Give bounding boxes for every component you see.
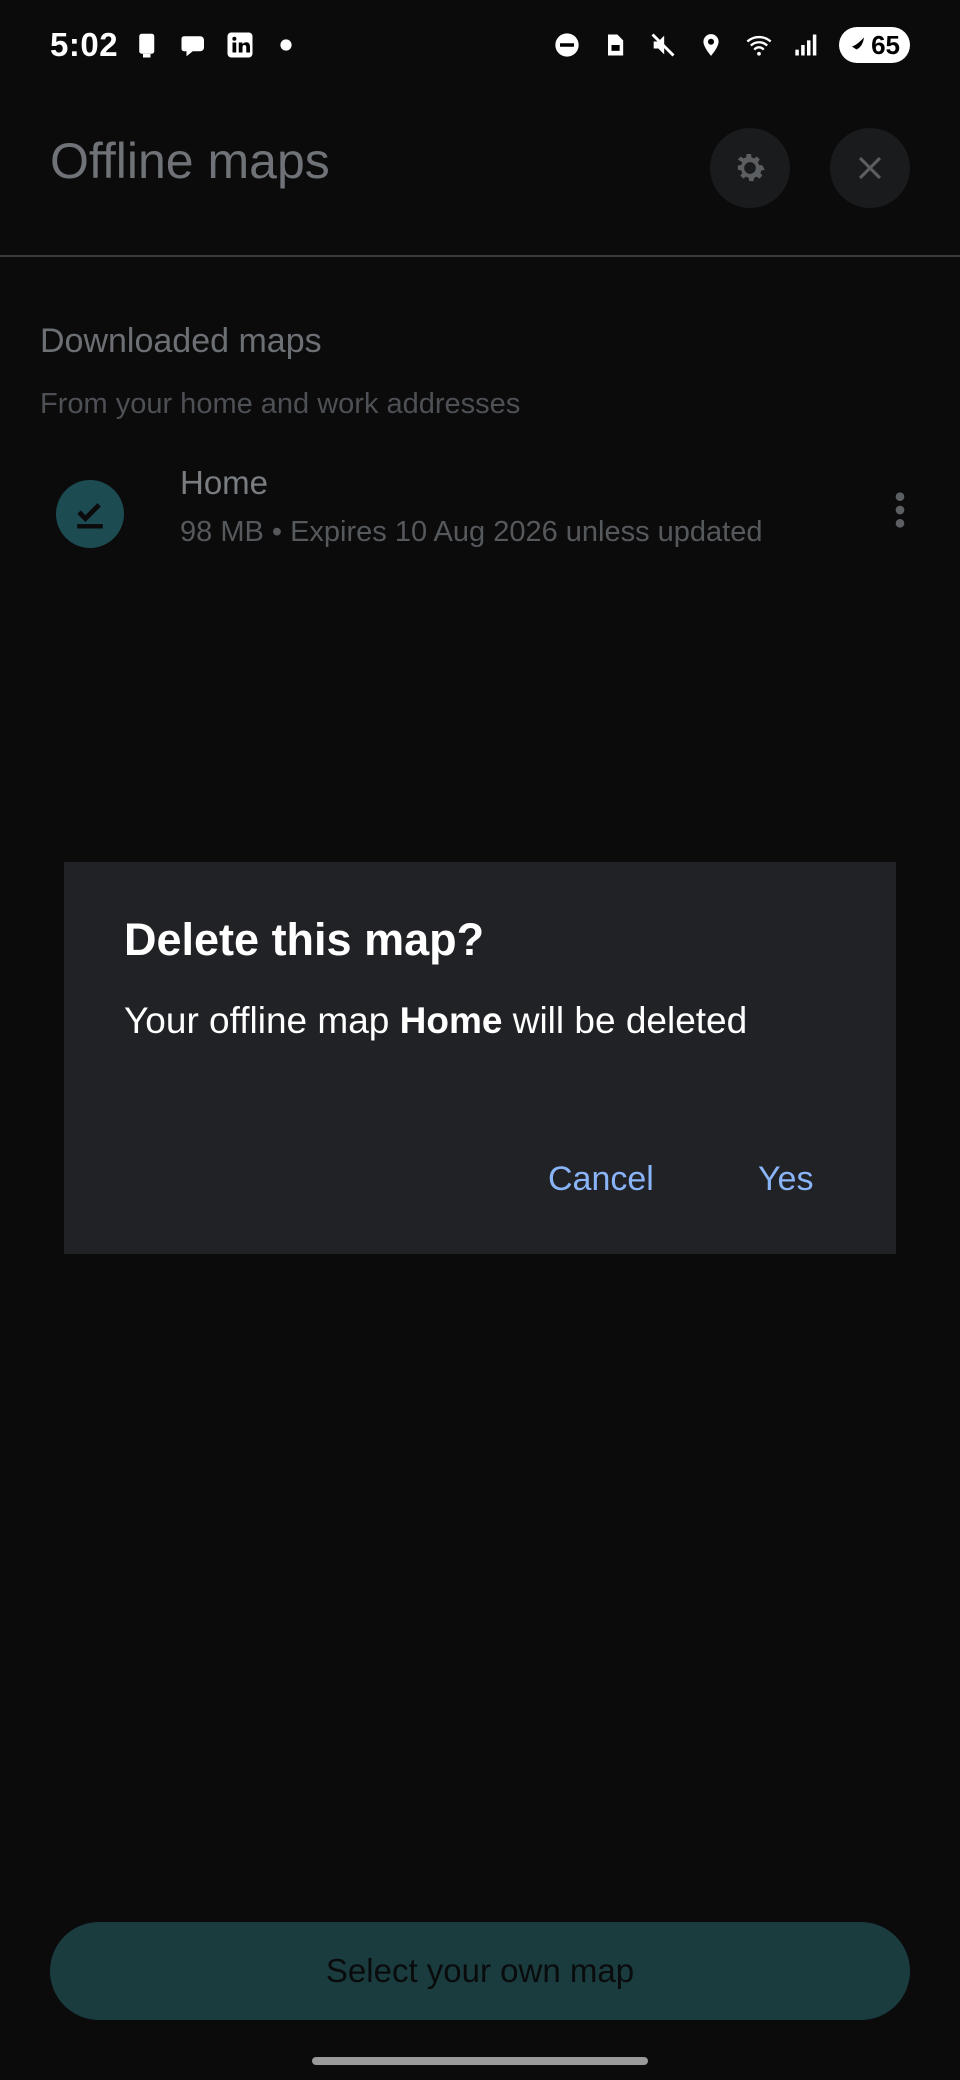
app-bar: Offline maps [0,90,960,257]
more-options-button[interactable] [880,480,920,540]
select-own-map-button[interactable]: Select your own map [50,1922,910,2020]
dialog-body-map-name: Home [399,1000,503,1041]
close-icon [858,156,882,180]
location-icon [695,29,727,61]
signal-icon [791,29,823,61]
section-subtitle: From your home and work addresses [40,388,521,420]
battery-icon: 65 [839,27,910,63]
chat-icon [178,29,210,61]
mute-icon [647,29,679,61]
cancel-button[interactable]: Cancel [548,1160,654,1199]
status-left: 5:02 [50,26,302,64]
dialog-title: Delete this map? [124,914,485,965]
map-name: Home [180,464,269,501]
dot-icon [270,29,302,61]
more-vert-icon [895,492,905,528]
status-right: 65 [551,27,910,63]
downloaded-check-icon [56,480,124,548]
section-title: Downloaded maps [40,322,322,360]
dialog-body-prefix: Your offline map [124,1000,400,1041]
dialog-body: Your offline map Home will be deleted [124,1000,747,1042]
gear-icon [737,154,765,182]
home-indicator[interactable] [312,2057,648,2065]
sim-icon [599,29,631,61]
battery-level: 65 [871,29,900,60]
settings-button[interactable] [710,128,790,208]
page-title: Offline maps [50,133,330,189]
phone-icon [132,29,164,61]
dnd-icon [551,29,583,61]
yes-button[interactable]: Yes [758,1160,813,1199]
linkedin-icon [224,29,256,61]
wifi-icon [743,29,775,61]
status-bar: 5:02 65 [0,0,960,90]
list-item[interactable]: Home 98 MB • Expires 10 Aug 2026 unless … [0,450,960,580]
status-time: 5:02 [50,26,119,63]
map-meta: 98 MB • Expires 10 Aug 2026 unless updat… [180,516,763,548]
delete-map-dialog: Delete this map? Your offline map Home w… [64,862,896,1254]
dialog-body-suffix: will be deleted [502,1000,748,1041]
close-button[interactable] [830,128,910,208]
